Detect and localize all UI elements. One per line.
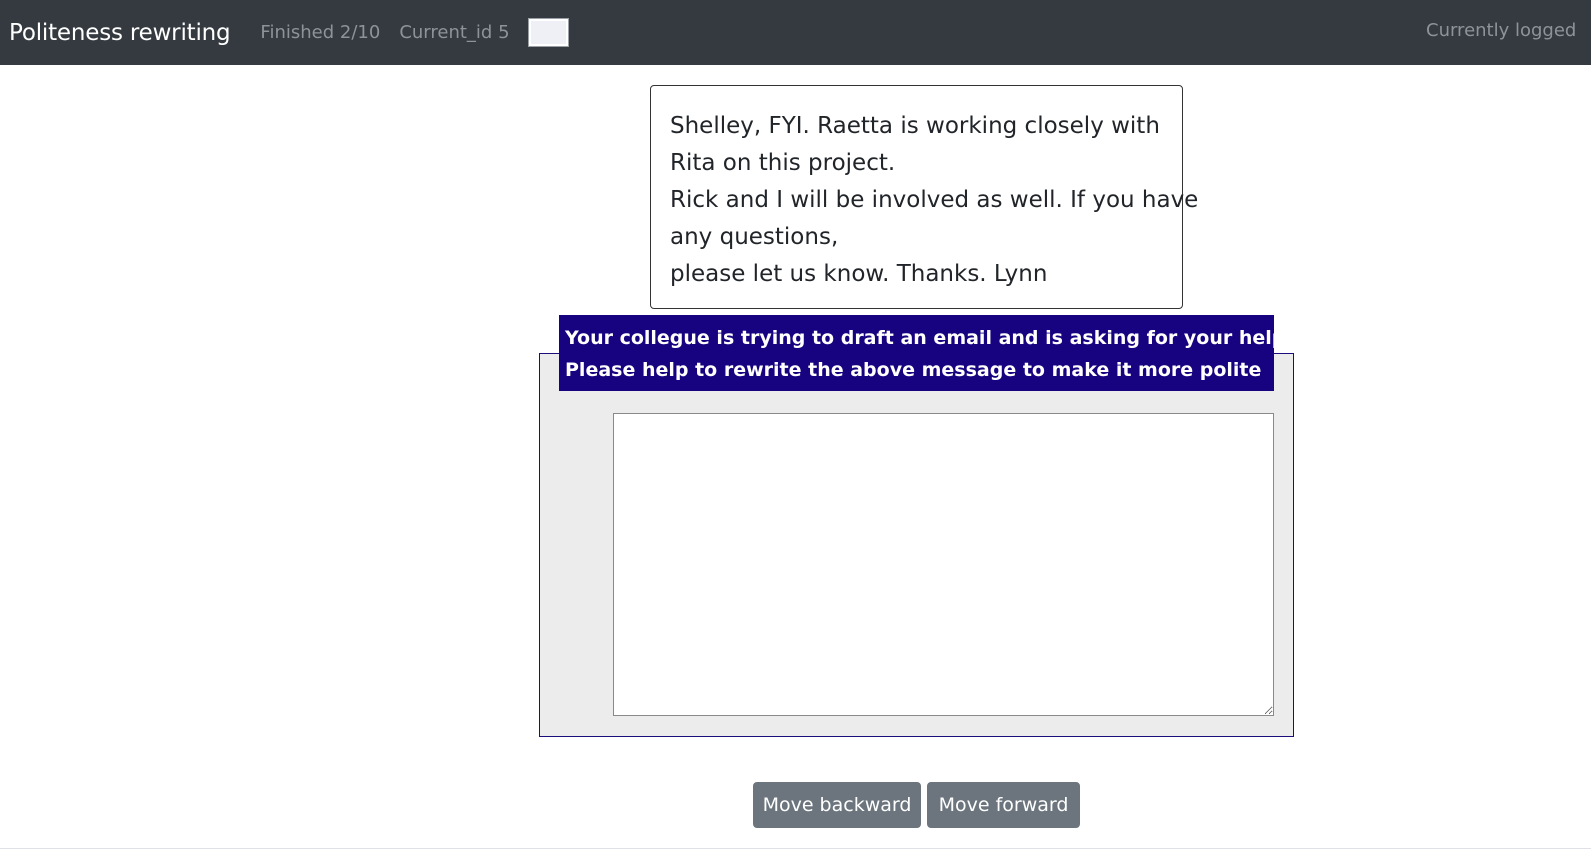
original-message: Shelley, FYI. Raetta is working closely … [650,85,1199,309]
finished-progress: Finished 2/10 [260,22,381,43]
message-line: Rita on this project. [670,150,896,176]
instruction-line: Please help to rewrite the above message… [565,359,1262,381]
current-id: Current_id 5 [399,22,510,43]
message-line: any questions, [670,224,839,250]
message-line: please let us know. Thanks. Lynn [670,261,1048,287]
id-input-box[interactable] [527,18,569,47]
move-backward-button[interactable]: Move backward [753,782,921,828]
rewrite-textarea[interactable] [613,413,1274,716]
move-forward-button[interactable]: Move forward [927,782,1080,828]
logged-in-user: Currently logged [1426,20,1577,41]
instruction-line: Your collegue is trying to draft an emai… [565,327,1293,349]
message-line: Rick and I will be involved as well. If … [670,187,1199,213]
brand-title[interactable]: Politeness rewriting [9,20,231,46]
page-divider [0,848,1591,849]
instruction-banner: Your collegue is trying to draft an emai… [559,315,1293,391]
message-line: Shelley, FYI. Raetta is working closely … [670,113,1160,139]
top-navbar: Politeness rewriting Finished 2/10 Curre… [0,0,1591,65]
